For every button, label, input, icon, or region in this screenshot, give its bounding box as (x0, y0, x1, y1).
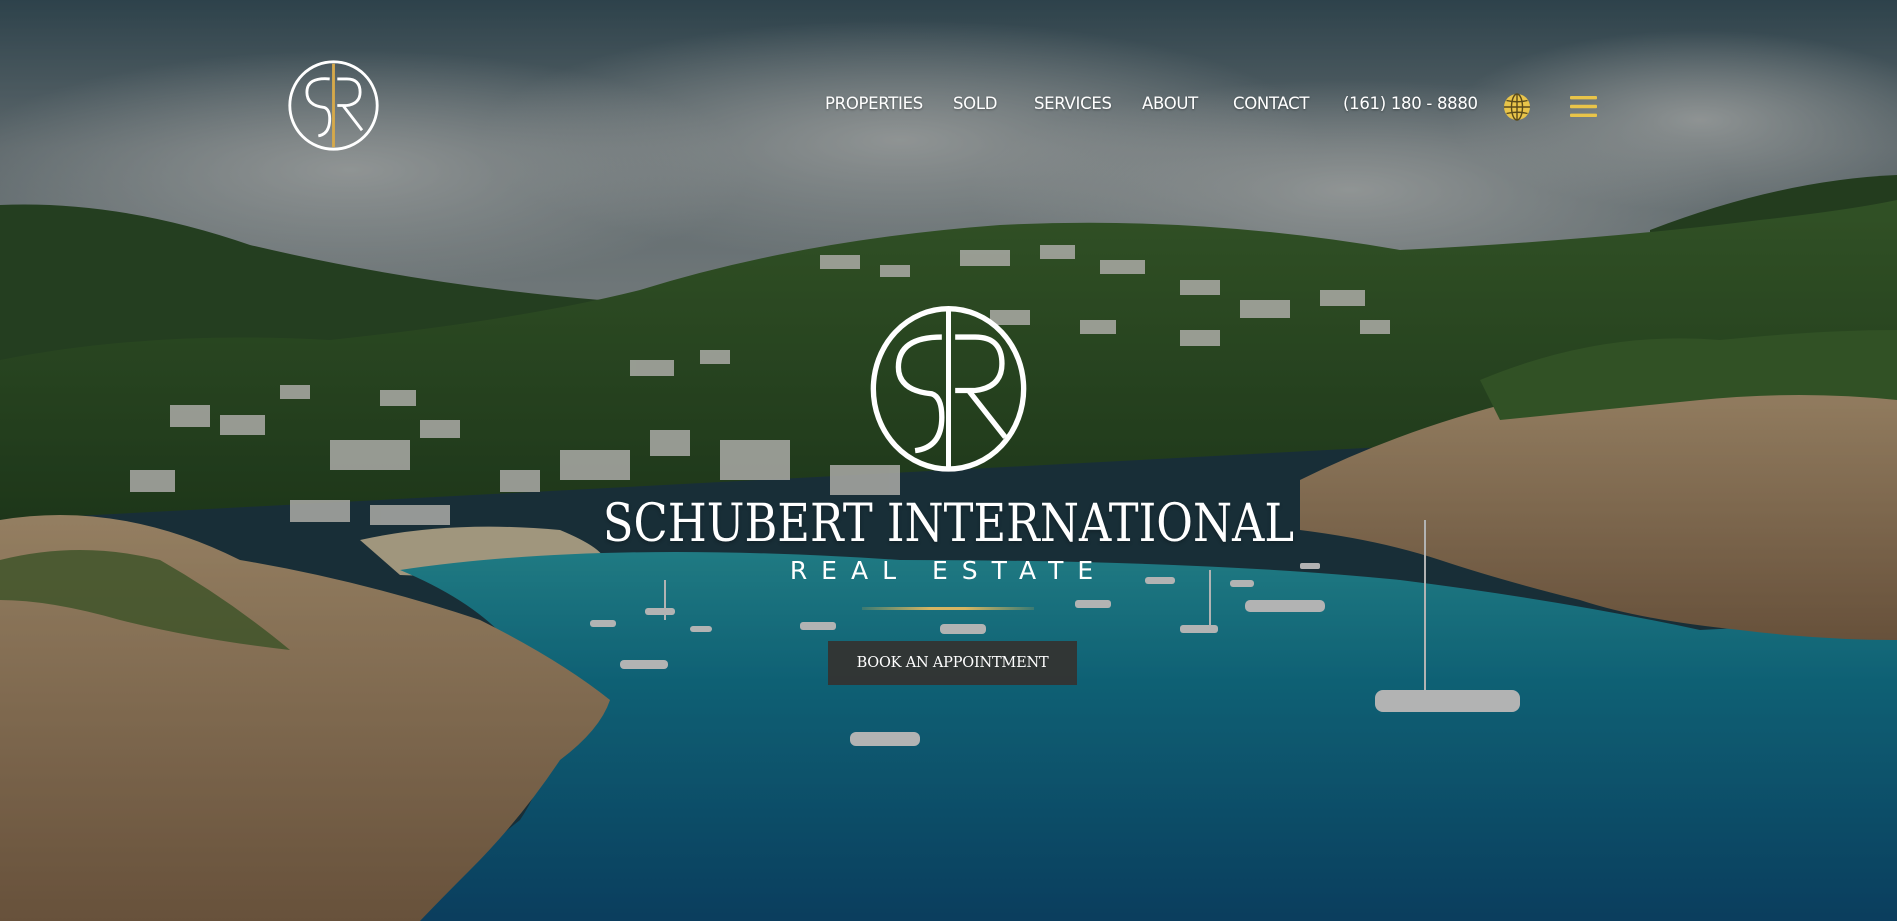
book-appointment-button[interactable]: BOOK AN APPOINTMENT (828, 641, 1077, 685)
hamburger-menu-icon[interactable] (1570, 94, 1597, 119)
brand-monogram-logo (870, 306, 1027, 472)
brand-title: SCHUBERT INTERNATIONAL (602, 494, 1295, 554)
nav-phone[interactable]: (161) 180 - 8880 (1343, 94, 1478, 113)
nav-about[interactable]: ABOUT (1142, 94, 1198, 113)
globe-icon[interactable] (1502, 92, 1532, 122)
gold-divider (862, 607, 1034, 610)
nav-contact[interactable]: CONTACT (1233, 94, 1309, 113)
nav-properties[interactable]: PROPERTIES (825, 94, 923, 113)
brand-subtitle: REAL ESTATE (789, 556, 1108, 585)
nav-services[interactable]: SERVICES (1034, 94, 1112, 113)
nav-sold[interactable]: SOLD (953, 94, 997, 113)
main-navigation: PROPERTIES SOLD SERVICES ABOUT CONTACT (… (0, 94, 1897, 122)
